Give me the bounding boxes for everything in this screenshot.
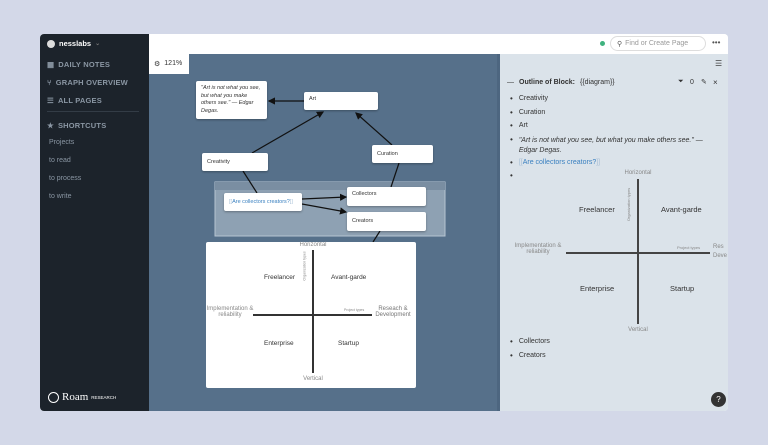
quadrant-avant-garde: Avant-garde <box>661 205 702 214</box>
label-left: Implementation & reliability <box>514 243 562 255</box>
item-link[interactable]: Are collectors creators? <box>523 159 597 166</box>
x-axis-title: Project types <box>677 245 701 250</box>
shortcut-item[interactable]: to process <box>49 175 81 182</box>
node-collectors[interactable]: Collectors <box>347 187 426 206</box>
roam-logo: Roam RESEARCH <box>48 391 116 403</box>
panel-title: Outline of Block: <box>519 79 575 86</box>
search-input[interactable]: ⚲ Find or Create Page <box>610 36 706 51</box>
item-text: Curation <box>518 109 546 116</box>
nav-daily-notes[interactable]: ▦ DAILY NOTES <box>47 60 110 69</box>
question-link[interactable]: Are collectors creators? <box>232 199 290 205</box>
label-left: Implementation & reliability <box>206 306 254 318</box>
edge <box>355 112 393 146</box>
graph-icon: ⑂ <box>47 78 52 87</box>
help-button[interactable]: ? <box>711 392 726 407</box>
outline-item[interactable]: • Creativity <box>510 95 548 103</box>
node-curation[interactable]: Curation <box>372 145 433 163</box>
panel-title-block: {{diagram}} <box>580 79 615 86</box>
quadrant-startup: Startup <box>670 284 695 293</box>
right-sidebar: ☰ — Outline of Block: {{diagram}} ⏷ 0 ✎ ×… <box>497 54 728 411</box>
node-creators[interactable]: Creators <box>347 212 426 231</box>
workspace-name: nesslabs <box>59 39 92 48</box>
outline-item[interactable]: • Curation <box>510 109 545 117</box>
quadrant-embed[interactable]: Horizontal Vertical Implementation & rel… <box>500 169 728 339</box>
item-text: Art <box>518 122 528 129</box>
node-question[interactable]: [[Are collectors creators?]] <box>224 193 302 211</box>
list-icon: ☰ <box>47 96 54 105</box>
shortcuts-label: SHORTCUTS <box>57 121 107 130</box>
nav-label: GRAPH OVERVIEW <box>55 78 128 87</box>
label-right-clipped: Res Deve <box>713 244 728 259</box>
item-text: Creators <box>518 352 546 359</box>
diagram-canvas[interactable]: ⚙ 121% "Art is not what you see, but what… <box>149 54 497 411</box>
calendar-icon: ▦ <box>47 60 55 69</box>
search-placeholder: Find or Create Page <box>625 40 689 47</box>
shortcut-item[interactable]: to write <box>49 193 72 200</box>
outline-item[interactable]: • Collectors <box>510 338 550 346</box>
item-text: "Art is not what you see, but what you m… <box>518 137 703 154</box>
x-axis-title: Project types <box>344 308 365 312</box>
nav-all-pages[interactable]: ☰ ALL PAGES <box>47 96 102 105</box>
workspace-switcher[interactable]: nesslabs ⌄ <box>47 39 100 48</box>
star-icon: ★ <box>47 121 54 130</box>
more-options-icon[interactable]: ••• <box>712 38 720 47</box>
chevron-down-icon: ⌄ <box>95 41 101 47</box>
label-top: Horizontal <box>299 242 327 248</box>
quadrant-freelancer: Freelancer <box>264 274 296 281</box>
app-window: nesslabs ⌄ ▦ DAILY NOTES ⑂ GRAPH OVERVIEW ☰… <box>40 34 728 411</box>
filter-count: 0 <box>690 79 694 86</box>
nav-label: DAILY NOTES <box>58 60 111 69</box>
workspace-avatar <box>47 39 55 48</box>
label-bottom: Vertical <box>628 327 648 333</box>
quadrant-enterprise: Enterprise <box>264 340 294 347</box>
collapse-sidebar-icon[interactable]: ☰ <box>715 59 722 68</box>
nav-label: ALL PAGES <box>57 96 102 105</box>
divider <box>47 111 139 112</box>
collapse-icon[interactable]: — <box>507 79 514 86</box>
y-axis-title: Organization types <box>302 251 307 281</box>
node-art[interactable]: Art <box>304 92 378 110</box>
label-bottom: Vertical <box>303 376 323 382</box>
outline-item[interactable]: • [[Are collectors creators?]] <box>510 159 600 167</box>
label-right: Reseach & Development <box>375 306 411 318</box>
shortcuts-heading: ★ SHORTCUTS <box>47 121 106 130</box>
outline-item[interactable]: • Creators <box>510 352 546 360</box>
outline-item[interactable]: • "Art is not what you see, but what you … <box>510 136 720 156</box>
panel-header: — Outline of Block: {{diagram}} <box>507 79 615 86</box>
roam-logo-icon <box>48 391 59 403</box>
node-creativity[interactable]: Creativity <box>202 153 268 171</box>
horizontal-axis <box>566 252 710 254</box>
y-axis-title: Organization types <box>626 187 632 222</box>
topbar: ⚲ Find or Create Page ••• <box>149 34 728 54</box>
close-icon[interactable]: × <box>713 78 718 87</box>
vertical-axis <box>312 250 314 373</box>
quadrant-card[interactable]: Horizontal Vertical Implementation & rel… <box>206 242 416 388</box>
outline-item[interactable]: • Art <box>510 122 528 130</box>
node-quote[interactable]: "Art is not what you see, but what you m… <box>196 81 267 119</box>
filter-icon[interactable]: ⏷ <box>678 78 684 86</box>
item-text: Collectors <box>518 338 550 345</box>
quadrant-startup: Startup <box>338 340 359 347</box>
quadrant-enterprise: Enterprise <box>580 284 615 293</box>
pin-icon[interactable]: ✎ <box>701 78 707 86</box>
sync-status-dot <box>600 41 605 46</box>
sidebar: nesslabs ⌄ ▦ DAILY NOTES ⑂ GRAPH OVERVIEW ☰… <box>40 34 149 411</box>
quadrant-freelancer: Freelancer <box>579 205 615 214</box>
item-text: Creativity <box>518 95 548 102</box>
quadrant-avant-garde: Avant-garde <box>331 274 367 281</box>
shortcut-item[interactable]: Projects <box>49 139 74 146</box>
search-icon: ⚲ <box>617 41 623 48</box>
label-top: Horizontal <box>624 170 652 176</box>
shortcut-item[interactable]: to read <box>49 157 71 164</box>
horizontal-axis <box>253 314 372 316</box>
nav-graph-overview[interactable]: ⑂ GRAPH OVERVIEW <box>47 78 128 87</box>
